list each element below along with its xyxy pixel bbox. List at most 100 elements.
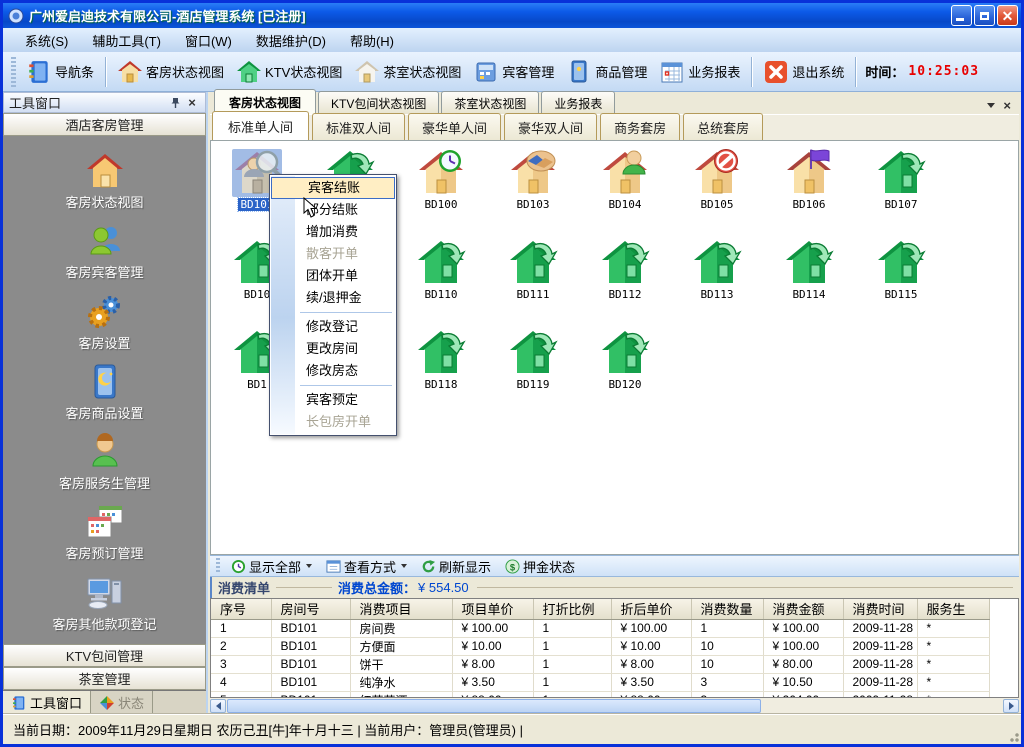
resize-grip[interactable] — [1007, 730, 1019, 742]
room-BD107[interactable]: BD107 — [866, 149, 936, 211]
group-button-ktv[interactable]: KTV包间管理 — [3, 644, 206, 667]
column-header-3[interactable]: 项目单价 — [452, 599, 533, 619]
table-row[interactable]: 4BD101纯净水¥ 3.501¥ 3.503¥ 10.502009-11-28… — [211, 673, 989, 691]
context-menu-item-2[interactable]: 增加消费 — [270, 221, 396, 243]
toolbar-button-navigator[interactable]: 导航条 — [20, 56, 100, 88]
table-row[interactable]: 5BD101红葡萄酒¥ 88.001¥ 88.003¥ 264.002009-1… — [211, 691, 989, 698]
context-menu-item-4[interactable]: 团体开单 — [270, 265, 396, 287]
room-BD104[interactable]: BD104 — [590, 149, 660, 211]
menu-item-1[interactable]: 辅助工具(T) — [80, 28, 173, 53]
table-cell: 2009-11-28 ... — [843, 637, 917, 655]
sidebar-tab-0[interactable]: 工具窗口 — [3, 691, 91, 714]
group-button-tea[interactable]: 茶室管理 — [3, 667, 206, 690]
bottom-toolbar-button-deposit[interactable]: $押金状态 — [498, 556, 582, 577]
subtab-3[interactable]: 豪华双人间 — [504, 113, 597, 140]
room-BD100[interactable]: BD100 — [406, 149, 476, 211]
toolbar-button-room-status[interactable]: 客房状态视图 — [111, 56, 230, 88]
room-BD105[interactable]: BD105 — [682, 149, 752, 211]
room-BD114[interactable]: BD114 — [774, 239, 844, 301]
column-header-2[interactable]: 消费项目 — [350, 599, 452, 619]
scroll-thumb[interactable] — [227, 699, 761, 713]
context-menu-item-9[interactable]: 修改房态 — [270, 360, 396, 382]
tab-close-icon[interactable]: × — [1003, 99, 1011, 112]
sidebar-item-4[interactable]: 客房服务生管理 — [3, 433, 206, 503]
menu-item-0[interactable]: 系统(S) — [13, 28, 80, 53]
maximize-button[interactable] — [974, 5, 995, 26]
column-header-5[interactable]: 折后单价 — [611, 599, 691, 619]
sidebar-tab-1[interactable]: 状态 — [91, 691, 153, 714]
column-header-1[interactable]: 房间号 — [271, 599, 350, 619]
toolbar-button-ktv-status[interactable]: KTV状态视图 — [230, 56, 348, 88]
toolbar-button-guest-mgmt[interactable]: 宾客管理 — [467, 56, 560, 88]
toolbar-button-label: 茶室状态视图 — [383, 62, 461, 81]
pin-icon[interactable] — [168, 95, 184, 110]
table-cell: ¥ 8.00 — [611, 655, 691, 673]
toolbox-tab-icon — [11, 695, 27, 711]
room-BD111[interactable]: BD111 — [498, 239, 568, 301]
column-header-7[interactable]: 消费金额 — [763, 599, 843, 619]
context-menu-item-11[interactable]: 宾客预定 — [270, 389, 396, 411]
tab-1[interactable]: KTV包间状态视图 — [318, 91, 439, 114]
table-cell: 1 — [533, 673, 611, 691]
sidebar-item-2[interactable]: 客房设置 — [3, 293, 206, 363]
tab-list-dropdown-icon[interactable] — [987, 103, 995, 108]
column-header-8[interactable]: 消费时间 — [843, 599, 917, 619]
minimize-button[interactable] — [951, 5, 972, 26]
toolbar-button-exit[interactable]: 退出系统 — [757, 56, 850, 88]
room-BD110[interactable]: BD110 — [406, 239, 476, 301]
table-cell: 5 — [211, 691, 271, 698]
toolbar-button-tea-status[interactable]: 茶室状态视图 — [348, 56, 467, 88]
subtab-5[interactable]: 总统套房 — [683, 113, 763, 140]
table-row[interactable]: 2BD101方便面¥ 10.001¥ 10.0010¥ 100.002009-1… — [211, 637, 989, 655]
bottom-toolbar-button-clock[interactable]: 显示全部 — [224, 556, 319, 577]
column-header-4[interactable]: 打折比例 — [533, 599, 611, 619]
room-BD112[interactable]: BD112 — [590, 239, 660, 301]
subtab-1[interactable]: 标准双人间 — [312, 113, 405, 140]
room-BD119[interactable]: BD119 — [498, 329, 568, 391]
sidebar-item-6[interactable]: 客房其他款项登记 — [3, 574, 206, 644]
context-menu-item-7[interactable]: 修改登记 — [270, 316, 396, 338]
room-BD115[interactable]: BD115 — [866, 239, 936, 301]
room-BD113[interactable]: BD113 — [682, 239, 752, 301]
room-BD103[interactable]: BD103 — [498, 149, 568, 211]
bottom-toolbar-button-refresh[interactable]: 刷新显示 — [414, 556, 498, 577]
close-button[interactable]: ✕ — [997, 5, 1018, 26]
menu-item-3[interactable]: 数据维护(D) — [244, 28, 338, 53]
context-menu-item-1[interactable]: 部分结账 — [270, 199, 396, 221]
context-menu-separator — [300, 312, 392, 313]
room-BD106[interactable]: BD106 — [774, 149, 844, 211]
toolbar-drag-handle[interactable] — [11, 57, 16, 87]
context-menu-item-8[interactable]: 更改房间 — [270, 338, 396, 360]
subtab-0[interactable]: 标准单人间 — [212, 111, 309, 140]
sidebar-item-0[interactable]: 客房状态视图 — [3, 152, 206, 222]
context-menu-item-0[interactable]: 宾客结账 — [271, 177, 395, 199]
subtab-2[interactable]: 豪华单人间 — [408, 113, 501, 140]
panel-close-icon[interactable]: × — [184, 95, 200, 110]
bottom-toolbar-button-view-mode[interactable]: 查看方式 — [319, 556, 414, 577]
table-row[interactable]: 3BD101饼干¥ 8.001¥ 8.0010¥ 80.002009-11-28… — [211, 655, 989, 673]
deposit-icon: $ — [505, 559, 520, 574]
sidebar-item-3[interactable]: 客房商品设置 — [3, 363, 206, 433]
sidebar-item-5[interactable]: 客房预订管理 — [3, 503, 206, 573]
column-header-6[interactable]: 消费数量 — [691, 599, 763, 619]
tab-2[interactable]: 茶室状态视图 — [441, 91, 539, 114]
column-header-0[interactable]: 序号 — [211, 599, 271, 619]
h-scrollbar[interactable] — [210, 698, 1019, 714]
scroll-left-button[interactable] — [210, 699, 226, 713]
room-BD120[interactable]: BD120 — [590, 329, 660, 391]
toolbar-button-report[interactable]: 业务报表 — [653, 56, 746, 88]
table-row[interactable]: 1BD101房间费¥ 100.001¥ 100.001¥ 100.002009-… — [211, 619, 989, 637]
menu-item-2[interactable]: 窗口(W) — [173, 28, 244, 53]
table-cell: * — [917, 673, 989, 691]
bottom-toolbar-drag-handle[interactable] — [216, 558, 220, 574]
context-menu-item-5[interactable]: 续/退押金 — [270, 287, 396, 309]
sidebar-item-1[interactable]: 客房宾客管理 — [3, 222, 206, 292]
column-header-9[interactable]: 服务生 — [917, 599, 989, 619]
subtab-4[interactable]: 商务套房 — [600, 113, 680, 140]
menu-item-4[interactable]: 帮助(H) — [338, 28, 406, 53]
toolbar-button-goods-mgmt[interactable]: 商品管理 — [560, 56, 653, 88]
group-header-hotel-room[interactable]: 酒店客房管理 — [3, 113, 206, 136]
scroll-right-button[interactable] — [1003, 699, 1019, 713]
room-BD118[interactable]: BD118 — [406, 329, 476, 391]
tab-3[interactable]: 业务报表 — [541, 91, 615, 114]
